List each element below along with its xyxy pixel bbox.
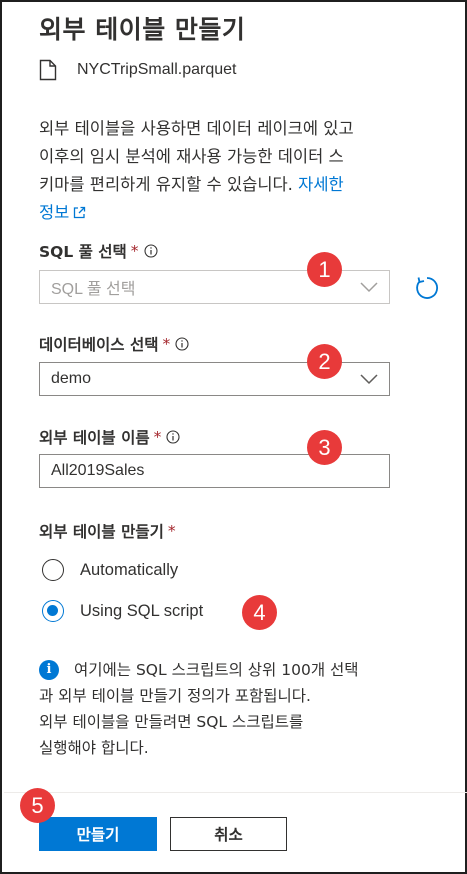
table-name-label: 외부 테이블 이름 *: [39, 426, 180, 448]
info-note-line: 과 외부 테이블 만들기 정의가 포함됩니다.: [39, 687, 311, 705]
panel-title: 외부 테이블 만들기: [39, 15, 246, 44]
required-marker: *: [162, 335, 171, 353]
radio-label: Using SQL script: [80, 601, 204, 620]
file-row: NYCTripSmall.parquet: [39, 59, 236, 81]
database-label: 데이터베이스 선택 *: [39, 333, 189, 355]
callout-badge-5: 5: [20, 788, 55, 823]
callout-badge-1: 1: [307, 252, 342, 287]
info-icon: i: [39, 660, 59, 680]
callout-badge-3: 3: [307, 430, 342, 465]
info-icon[interactable]: [175, 337, 189, 351]
database-value: demo: [51, 370, 92, 387]
chevron-down-icon: [360, 374, 378, 385]
required-marker: *: [153, 428, 162, 446]
sql-pool-placeholder: SQL 풀 선택: [51, 281, 136, 298]
description-line: 정보: [39, 199, 439, 227]
radio-using-sql-script[interactable]: Using SQL script: [42, 600, 203, 622]
sql-pool-label: SQL 풀 선택 *: [39, 240, 158, 262]
info-note-text: 여기에는 SQL 스크립트의 상위 100개 선택 과 외부 테이블 만들기 정…: [39, 657, 449, 761]
info-icon[interactable]: [166, 430, 180, 444]
description-line: 외부 테이블을 사용하면 데이터 레이크에 있고: [39, 119, 354, 138]
info-note-line: 외부 테이블을 만들려면 SQL 스크립트를: [39, 713, 304, 731]
refresh-icon[interactable]: [414, 275, 440, 301]
radio-label: Automatically: [80, 560, 179, 579]
create-button[interactable]: 만들기: [39, 817, 157, 851]
table-name-label-text: 외부 테이블 이름: [39, 429, 150, 447]
database-label-text: 데이터베이스 선택: [39, 336, 159, 354]
sql-pool-label-text: SQL 풀 선택: [39, 243, 127, 261]
learn-more-link[interactable]: 자세한: [298, 175, 344, 194]
info-note-line: 여기에는 SQL 스크립트의 상위 100개 선택: [74, 661, 359, 679]
create-method-label-text: 외부 테이블 만들기: [39, 523, 164, 541]
required-marker: *: [167, 522, 176, 540]
file-icon: [39, 59, 57, 81]
chevron-down-icon: [360, 282, 378, 293]
footer-divider: [4, 792, 467, 793]
radio-button-selected[interactable]: [42, 600, 64, 622]
info-note-line: 실행해야 합니다.: [39, 739, 149, 757]
info-note: i 여기에는 SQL 스크립트의 상위 100개 선택 과 외부 테이블 만들기…: [39, 657, 449, 761]
create-external-table-panel: 외부 테이블 만들기 NYCTripSmall.parquet 외부 테이블을 …: [0, 0, 467, 874]
description: 외부 테이블을 사용하면 데이터 레이크에 있고 이후의 임시 분석에 재사용 …: [39, 115, 439, 227]
radio-automatically[interactable]: Automatically: [42, 559, 178, 581]
info-icon[interactable]: [143, 244, 158, 258]
callout-badge-4: 4: [242, 595, 277, 630]
file-name: NYCTripSmall.parquet: [77, 61, 237, 78]
create-method-label: 외부 테이블 만들기 *: [39, 520, 176, 542]
description-line: 키마를 편리하게 유지할 수 있습니다. 자세한: [39, 171, 439, 199]
description-line: 이후의 임시 분석에 재사용 가능한 데이터 스: [39, 147, 344, 166]
callout-badge-2: 2: [307, 344, 342, 379]
external-link-icon: [74, 206, 86, 219]
radio-button[interactable]: [42, 559, 64, 581]
cancel-button[interactable]: 취소: [170, 817, 287, 851]
learn-more-link-continued[interactable]: 정보: [39, 203, 69, 222]
description-text: 키마를 편리하게 유지할 수 있습니다.: [39, 175, 299, 194]
required-marker: *: [130, 242, 139, 260]
table-name-value: All2019Sales: [51, 462, 145, 479]
